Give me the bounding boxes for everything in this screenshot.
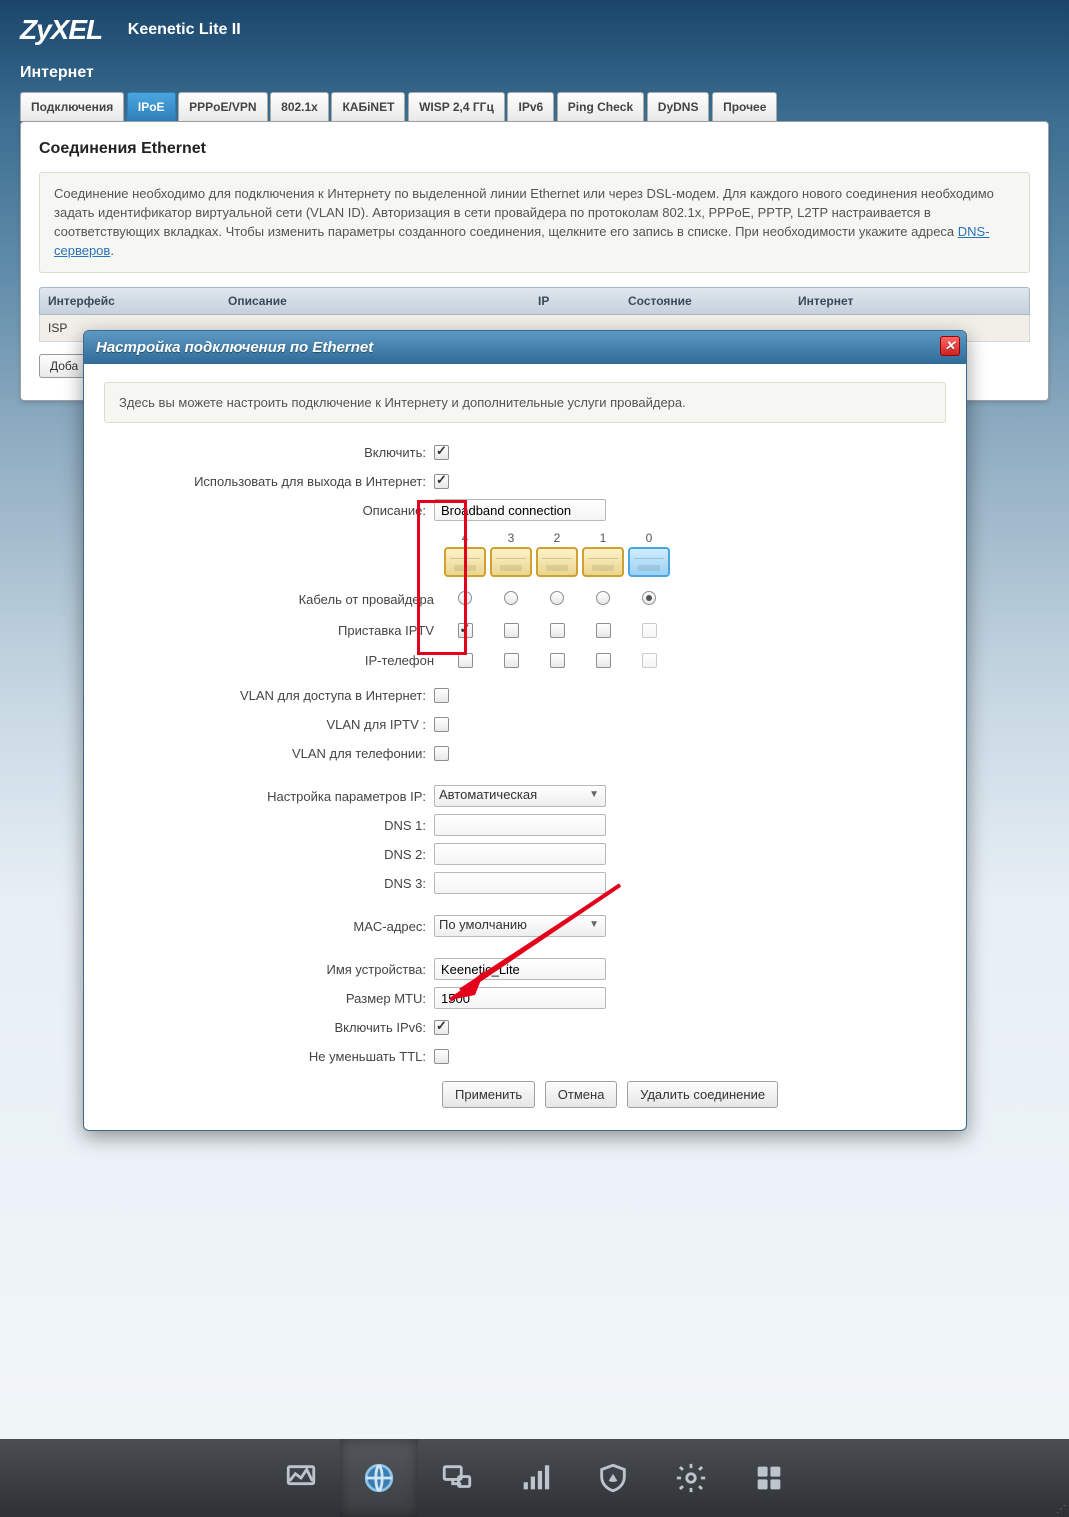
modal-overlay: Настройка подключения по Ethernet ✕ Здес… bbox=[0, 0, 1069, 1517]
label-vlan-phone: VLAN для телефонии: bbox=[104, 746, 434, 761]
dock-globe-icon[interactable] bbox=[340, 1439, 418, 1517]
label-dns2: DNS 2: bbox=[104, 847, 434, 862]
label-vlan-iptv: VLAN для IPTV : bbox=[104, 717, 434, 732]
label-no-decrease-ttl: Не уменьшать TTL: bbox=[104, 1049, 434, 1064]
ipphone-port4-checkbox[interactable] bbox=[458, 653, 473, 668]
ethernet-port-icon bbox=[444, 547, 486, 577]
mtu-input[interactable] bbox=[434, 987, 606, 1009]
port-num-1: 1 bbox=[580, 531, 626, 545]
iptv-port0-checkbox[interactable] bbox=[642, 623, 657, 638]
ethernet-wan-port-icon bbox=[628, 547, 670, 577]
ipphone-port2-checkbox[interactable] bbox=[550, 653, 565, 668]
device-name-input[interactable] bbox=[434, 958, 606, 980]
dock-apps-icon[interactable] bbox=[730, 1439, 808, 1517]
dock-gear-icon[interactable] bbox=[652, 1439, 730, 1517]
label-ip-params: Настройка параметров IP: bbox=[104, 789, 434, 804]
mac-select[interactable]: По умолчанию bbox=[434, 915, 606, 937]
use-internet-checkbox[interactable] bbox=[434, 474, 449, 489]
port-numbers: 4 3 2 1 0 bbox=[442, 531, 946, 545]
ipphone-port1-checkbox[interactable] bbox=[596, 653, 611, 668]
iptv-port1-checkbox[interactable] bbox=[596, 623, 611, 638]
provider-cable-port0-radio[interactable] bbox=[642, 591, 656, 605]
provider-cable-port2-radio[interactable] bbox=[550, 591, 564, 605]
enable-checkbox[interactable] bbox=[434, 445, 449, 460]
provider-cable-port3-radio[interactable] bbox=[504, 591, 518, 605]
label-vlan-internet: VLAN для доступа в Интернет: bbox=[104, 688, 434, 703]
ethernet-port-icon bbox=[582, 547, 624, 577]
label-mtu: Размер MTU: bbox=[104, 991, 434, 1006]
label-dns1: DNS 1: bbox=[104, 818, 434, 833]
dock-shield-icon[interactable] bbox=[574, 1439, 652, 1517]
apply-button[interactable]: Применить bbox=[442, 1081, 535, 1108]
cancel-button[interactable]: Отмена bbox=[545, 1081, 618, 1108]
provider-cable-port4-radio[interactable] bbox=[458, 591, 472, 605]
label-mac: MAC-адрес: bbox=[104, 919, 434, 934]
vlan-iptv-checkbox[interactable] bbox=[434, 717, 449, 732]
port-num-3: 3 bbox=[488, 531, 534, 545]
ethernet-connection-modal: Настройка подключения по Ethernet ✕ Здес… bbox=[83, 330, 967, 1131]
port-num-4: 4 bbox=[442, 531, 488, 545]
label-description: Описание: bbox=[104, 503, 434, 518]
iptv-port2-checkbox[interactable] bbox=[550, 623, 565, 638]
label-device-name: Имя устройства: bbox=[104, 962, 434, 977]
close-icon[interactable]: ✕ bbox=[940, 336, 960, 356]
ip-params-select[interactable]: Автоматическая bbox=[434, 785, 606, 807]
dns3-input[interactable] bbox=[434, 872, 606, 894]
label-enable-ipv6: Включить IPv6: bbox=[104, 1020, 434, 1035]
vlan-phone-checkbox[interactable] bbox=[434, 746, 449, 761]
provider-cable-port1-radio[interactable] bbox=[596, 591, 610, 605]
dock-monitor-icon[interactable] bbox=[262, 1439, 340, 1517]
label-use-internet: Использовать для выхода в Интернет: bbox=[104, 474, 434, 489]
ipphone-port0-checkbox[interactable] bbox=[642, 653, 657, 668]
port-icons bbox=[442, 547, 946, 577]
enable-ipv6-checkbox[interactable] bbox=[434, 1020, 449, 1035]
no-decrease-ttl-checkbox[interactable] bbox=[434, 1049, 449, 1064]
port-num-0: 0 bbox=[626, 531, 672, 545]
port-num-2: 2 bbox=[534, 531, 580, 545]
dock-network-icon[interactable] bbox=[418, 1439, 496, 1517]
label-provider-cable: Кабель от провайдера bbox=[104, 592, 442, 607]
bottom-dock: ⋰ bbox=[0, 1439, 1069, 1517]
modal-info: Здесь вы можете настроить подключение к … bbox=[104, 382, 946, 423]
resize-grip-icon: ⋰ bbox=[1056, 1504, 1067, 1515]
iptv-port3-checkbox[interactable] bbox=[504, 623, 519, 638]
description-input[interactable] bbox=[434, 499, 606, 521]
dns1-input[interactable] bbox=[434, 814, 606, 836]
label-dns3: DNS 3: bbox=[104, 876, 434, 891]
label-iptv-box: Приставка IPTV bbox=[104, 623, 442, 638]
vlan-internet-checkbox[interactable] bbox=[434, 688, 449, 703]
dock-signal-icon[interactable] bbox=[496, 1439, 574, 1517]
modal-title-text: Настройка подключения по Ethernet bbox=[96, 339, 373, 356]
iptv-port4-checkbox[interactable] bbox=[458, 623, 473, 638]
ipphone-port3-checkbox[interactable] bbox=[504, 653, 519, 668]
ethernet-port-icon bbox=[536, 547, 578, 577]
modal-title: Настройка подключения по Ethernet ✕ bbox=[84, 331, 966, 364]
delete-connection-button[interactable]: Удалить соединение bbox=[627, 1081, 778, 1108]
label-ip-phone: IP-телефон bbox=[104, 653, 442, 668]
label-enable: Включить: bbox=[104, 445, 434, 460]
ethernet-port-icon bbox=[490, 547, 532, 577]
dns2-input[interactable] bbox=[434, 843, 606, 865]
